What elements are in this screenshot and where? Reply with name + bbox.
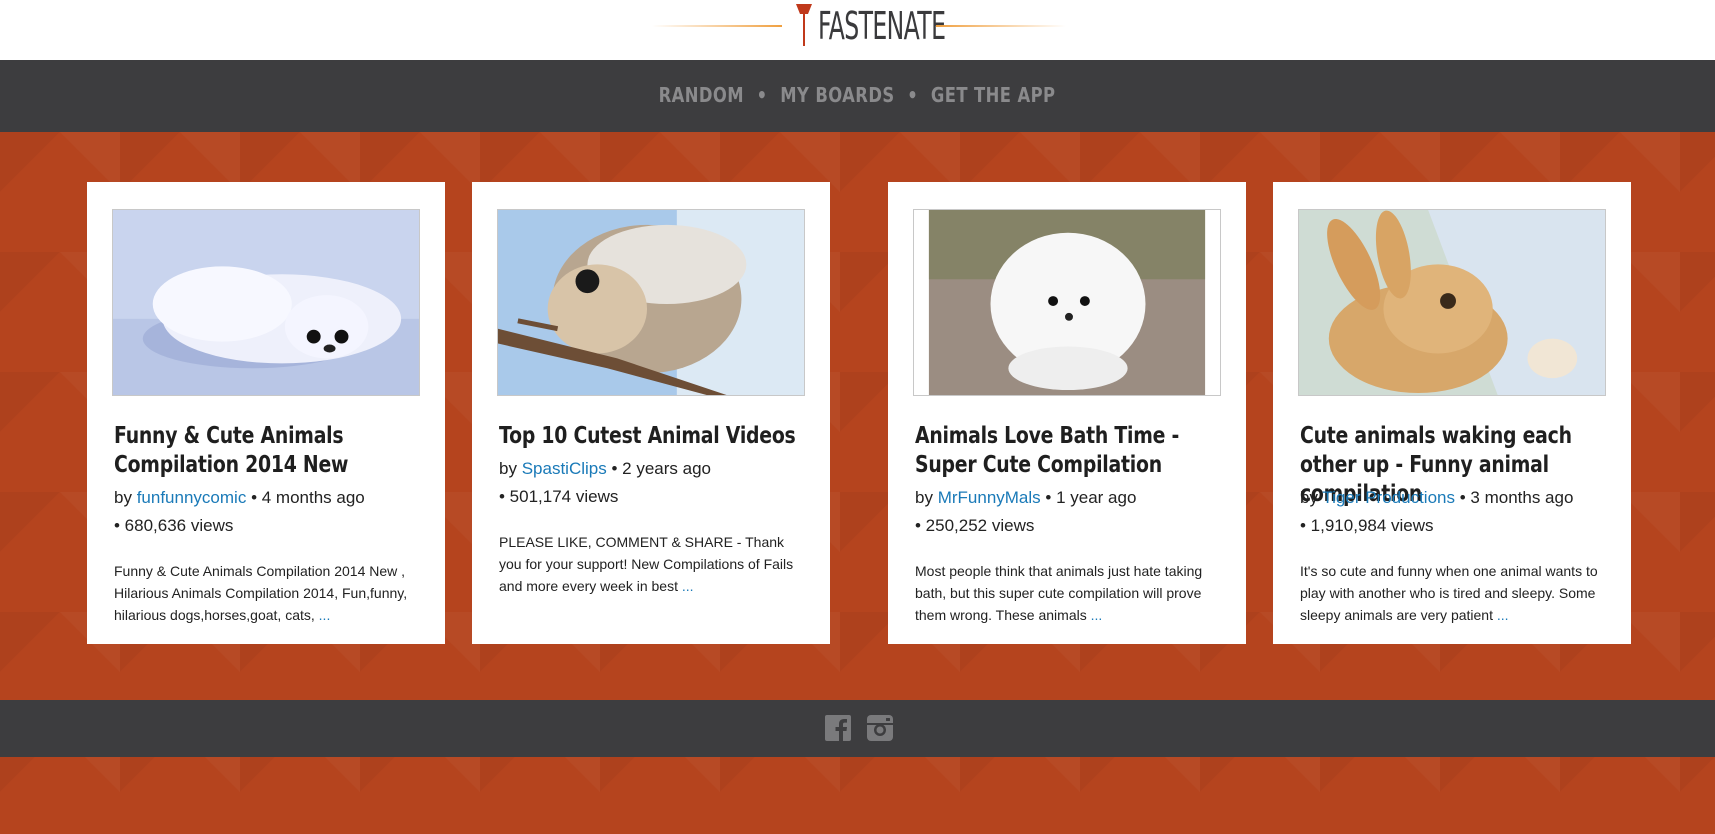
author-link[interactable]: funfunnycomic (137, 488, 247, 507)
nav-separator: • (757, 83, 769, 107)
instagram-icon[interactable] (867, 715, 893, 741)
view-count: • 680,636 views (114, 516, 234, 535)
nav-get-the-app[interactable]: GET THE APP (931, 83, 1056, 107)
seal-pup-thumbnail-icon (113, 210, 419, 395)
video-description: It's so cute and funny when one animal w… (1300, 563, 1598, 623)
read-more-link[interactable]: ... (319, 607, 331, 623)
video-age: • 1 year ago (1045, 488, 1137, 507)
nav-random[interactable]: RANDOM (659, 83, 744, 107)
view-count: • 250,252 views (915, 516, 1035, 535)
author-link[interactable]: Tiger Productions (1322, 488, 1455, 507)
video-card[interactable]: Funny & Cute Animals Compilation 2014 Ne… (87, 182, 445, 644)
video-meta: by Tiger Productions • 3 months ago • 1,… (1300, 488, 1574, 535)
video-card[interactable]: Top 10 Cutest Animal Videos by SpastiCli… (472, 182, 830, 644)
video-title[interactable]: Animals Love Bath Time - Super Cute Comp… (915, 422, 1227, 480)
video-description: Most people think that animals just hate… (915, 563, 1203, 623)
nav-my-boards[interactable]: MY BOARDS (781, 83, 895, 107)
video-title[interactable]: Funny & Cute Animals Compilation 2014 Ne… (114, 422, 426, 480)
white-puppy-thumbnail-icon (914, 210, 1220, 395)
video-age: • 4 months ago (251, 488, 365, 507)
view-count: • 501,174 views (499, 487, 619, 506)
video-meta: by SpastiClips • 2 years ago • 501,174 v… (499, 459, 711, 506)
read-more-link[interactable]: ... (1091, 607, 1103, 623)
video-meta: by funfunnycomic • 4 months ago • 680,63… (114, 488, 365, 535)
video-age: • 3 months ago (1459, 488, 1574, 507)
author-link[interactable]: MrFunnyMals (938, 488, 1041, 507)
logo-wordmark: FASTENATE (818, 4, 946, 48)
logo-rule-right (936, 25, 1066, 27)
fastenate-mark-icon (796, 4, 812, 46)
video-title[interactable]: Top 10 Cutest Animal Videos (499, 422, 811, 451)
video-thumbnail[interactable] (913, 209, 1221, 396)
main-nav: RANDOM • MY BOARDS • GET THE APP (0, 60, 1715, 132)
video-thumbnail[interactable] (112, 209, 420, 396)
read-more-link[interactable]: ... (1497, 607, 1509, 623)
logo-rule-left (652, 25, 782, 27)
nav-separator: • (907, 83, 919, 107)
video-thumbnail[interactable] (1298, 209, 1606, 396)
flying-squirrel-thumbnail-icon (498, 210, 804, 395)
video-thumbnail[interactable] (497, 209, 805, 396)
site-logo[interactable]: FASTENATE (652, 0, 1066, 60)
site-footer (0, 700, 1715, 757)
author-link[interactable]: SpastiClips (522, 459, 607, 478)
read-more-link[interactable]: ... (682, 578, 694, 594)
site-header: FASTENATE (0, 0, 1715, 60)
video-card[interactable]: Cute animals waking each other up - Funn… (1273, 182, 1631, 644)
bunny-thumbnail-icon (1299, 210, 1605, 395)
video-age: • 2 years ago (611, 459, 711, 478)
video-card[interactable]: Animals Love Bath Time - Super Cute Comp… (888, 182, 1246, 644)
facebook-icon[interactable] (825, 715, 851, 741)
video-meta: by MrFunnyMals • 1 year ago • 250,252 vi… (915, 488, 1137, 535)
view-count: • 1,910,984 views (1300, 516, 1434, 535)
video-description: Funny & Cute Animals Compilation 2014 Ne… (114, 563, 408, 623)
video-description: PLEASE LIKE, COMMENT & SHARE - Thank you… (499, 534, 794, 594)
